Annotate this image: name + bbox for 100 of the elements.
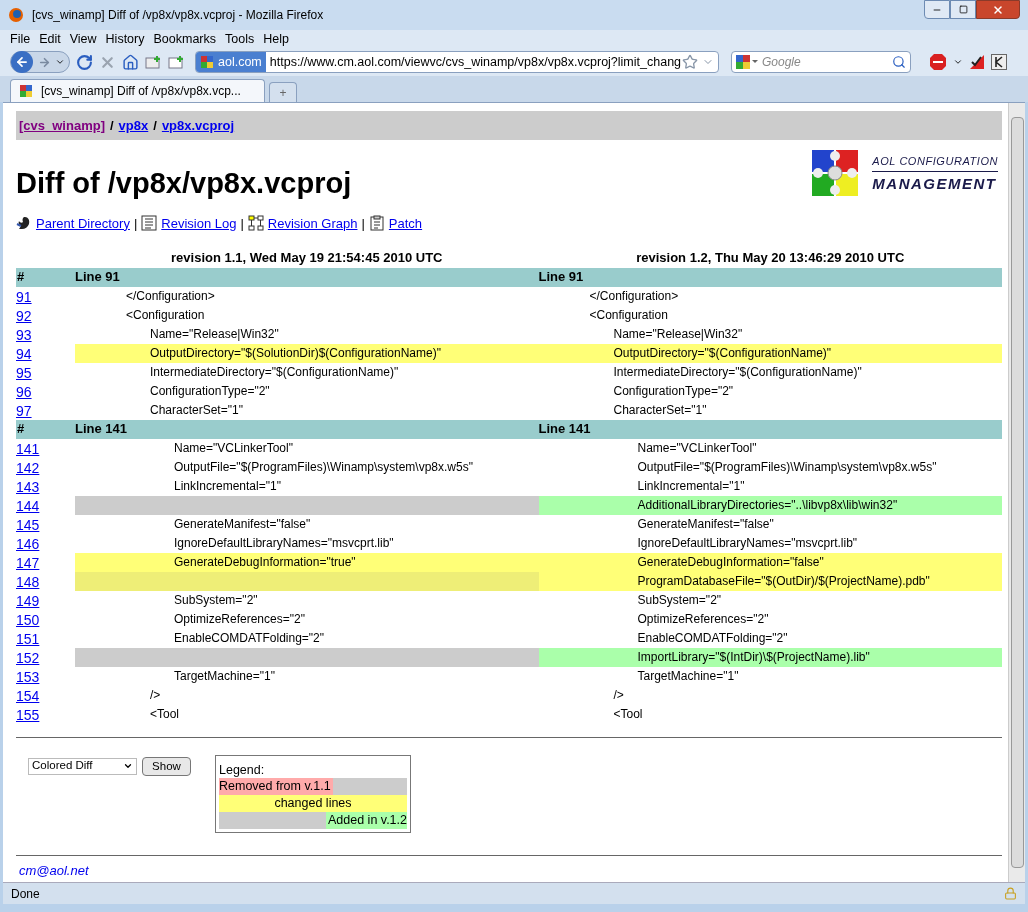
menu-item[interactable]: Bookmarks <box>153 29 216 49</box>
code-line: SubSystem="2" <box>636 591 723 609</box>
breadcrumb-link[interactable]: [cvs_winamp] <box>19 115 105 136</box>
line-number-link[interactable]: 147 <box>16 554 40 572</box>
history-dropdown-icon[interactable] <box>55 57 65 67</box>
link-separator: | <box>133 214 138 233</box>
line-number-link[interactable]: 95 <box>16 364 32 382</box>
search-icon[interactable] <box>892 55 906 69</box>
k-square-icon[interactable] <box>991 54 1007 70</box>
show-button[interactable]: Show <box>142 756 191 776</box>
revision-heading: revision 1.2, Thu May 20 13:46:29 2010 UTC <box>636 250 905 265</box>
code-line: Name="Release|Win32" <box>612 325 744 343</box>
code-line: EnableCOMDATFolding="2" <box>636 629 789 647</box>
new-tab-button[interactable]: + <box>269 82 297 102</box>
code-line: IgnoreDefaultLibraryNames="msvcprt.lib" <box>636 534 859 552</box>
line-number-link[interactable]: 142 <box>16 459 40 477</box>
address-bar[interactable]: aol.com https://www.cm.aol.com/viewvc/cvs_winamp/vp8x/vp8x.vcproj?limit_chang <box>195 51 719 73</box>
line-number-link[interactable]: 143 <box>16 478 40 496</box>
code-line: <Tool <box>612 705 644 723</box>
search-field[interactable]: Google <box>731 51 911 73</box>
bookmark-star-icon[interactable] <box>682 54 698 70</box>
checkmark-icon[interactable] <box>969 54 985 70</box>
search-input[interactable]: Google <box>762 53 888 71</box>
revision-heading: revision 1.1, Wed May 19 21:54:45 2010 UTC <box>171 250 443 265</box>
scrollbar[interactable] <box>1008 103 1025 882</box>
code-line: IgnoreDefaultLibraryNames="msvcprt.lib" <box>173 534 395 552</box>
maximize-icon[interactable] <box>958 5 968 14</box>
line-number-link[interactable]: 97 <box>16 402 32 420</box>
home-icon[interactable] <box>122 53 139 71</box>
status-text: Done <box>11 885 41 903</box>
menu-item[interactable]: View <box>69 29 97 49</box>
code-line: CharacterSet="1" <box>612 401 708 419</box>
nav-link[interactable]: Revision Graph <box>267 213 358 233</box>
line-number-link[interactable]: 154 <box>16 687 40 705</box>
menu-item[interactable]: Help <box>263 29 289 49</box>
line-number-link[interactable]: 148 <box>16 573 40 591</box>
code-line: OptimizeReferences="2" <box>173 610 306 628</box>
code-line: AdditionalLibraryDirectories="..\libvp8x\lib\win32" <box>636 496 899 514</box>
maximize-button[interactable] <box>950 0 976 19</box>
line-number-link[interactable]: 149 <box>16 592 40 610</box>
link-separator: | <box>361 214 365 233</box>
stop-sign-icon[interactable] <box>929 53 947 71</box>
code-line: ImportLibrary="$(IntDir)\$(ProjectName).lib" <box>636 648 871 666</box>
line-number-link[interactable]: 146 <box>16 535 40 553</box>
code-line: OutputDirectory="$(ConfigurationName)" <box>612 344 833 362</box>
line-number-link[interactable]: 153 <box>16 668 40 686</box>
reload-icon[interactable] <box>76 53 93 71</box>
code-line: OptimizeReferences="2" <box>636 610 770 628</box>
nav-link[interactable]: Parent Directory <box>36 213 130 233</box>
line-header: Line 91 <box>538 268 585 287</box>
nav-link[interactable]: Revision Log <box>161 213 237 233</box>
window-plus-icon[interactable] <box>168 54 185 70</box>
breadcrumb-link[interactable]: vp8x.vcproj <box>161 115 235 136</box>
line-number-link[interactable]: 141 <box>16 440 40 458</box>
line-header: Line 141 <box>538 420 592 439</box>
dropdown-icon[interactable] <box>123 761 133 771</box>
line-number-link[interactable]: 94 <box>16 345 32 363</box>
tab-label[interactable]: [cvs_winamp] Diff of /vp8x/vp8x.vcp... <box>41 82 241 100</box>
menu-item[interactable]: History <box>105 29 145 49</box>
line-number-link[interactable]: 155 <box>16 706 40 724</box>
code-line: <Configuration <box>125 306 206 324</box>
browser-tab[interactable]: [cvs_winamp] Diff of /vp8x/vp8x.vcp... <box>10 79 265 102</box>
breadcrumb-separator: / <box>110 116 114 135</box>
site-identity-badge[interactable]: aol.com <box>196 52 266 72</box>
code-line: Name="VCLinkerTool" <box>636 439 758 457</box>
line-number-link[interactable]: 92 <box>16 307 32 325</box>
line-number-link[interactable]: 151 <box>16 630 40 648</box>
email-link[interactable]: cm@aol.net <box>19 863 1002 878</box>
code-line: GenerateDebugInformation="true" <box>173 553 357 571</box>
line-number-link[interactable]: 145 <box>16 516 40 534</box>
code-line: OutputFile="$(ProgramFiles)\Winamp\system\vp8x.w5s" <box>636 458 938 476</box>
diff-format-select[interactable]: Colored Diff <box>28 757 137 775</box>
minimize-button[interactable] <box>924 0 950 19</box>
close-button[interactable] <box>976 0 1020 19</box>
hash-header: # <box>16 420 26 439</box>
line-number-link[interactable]: 93 <box>16 326 32 344</box>
code-line: TargetMachine="1" <box>636 667 740 685</box>
code-line: <Tool <box>149 705 181 723</box>
menu-item[interactable]: Tools <box>225 29 255 49</box>
code-line: </Configuration> <box>588 287 680 305</box>
menu-item[interactable]: Edit <box>39 29 61 49</box>
code-line: IntermediateDirectory="$(ConfigurationName)" <box>149 363 400 381</box>
code-line: Name="VCLinkerTool" <box>173 439 294 457</box>
nav-link[interactable]: Patch <box>388 213 423 233</box>
line-number-link[interactable]: 96 <box>16 383 32 401</box>
line-number-link[interactable]: 91 <box>16 288 32 306</box>
window-title: [cvs_winamp] Diff of /vp8x/vp8x.vcproj - Mozilla Firefox <box>32 7 325 24</box>
favicon-icon[interactable] <box>19 84 33 98</box>
breadcrumb-link[interactable]: vp8x <box>118 115 149 136</box>
folder-plus-icon[interactable] <box>145 54 162 70</box>
site-icon[interactable] <box>200 55 214 69</box>
legend-item: changed lines <box>274 794 352 812</box>
code-line: OutputFile="$(ProgramFiles)\Winamp\system\vp8x.w5s" <box>173 458 474 476</box>
line-number-link[interactable]: 152 <box>16 649 40 667</box>
line-number-link[interactable]: 144 <box>16 497 40 515</box>
line-number-link[interactable]: 150 <box>16 611 40 629</box>
line-header: Line 141 <box>75 420 129 439</box>
close-icon[interactable] <box>992 3 1004 16</box>
google-g-icon[interactable] <box>736 55 758 69</box>
menu-item[interactable]: File <box>10 29 31 49</box>
